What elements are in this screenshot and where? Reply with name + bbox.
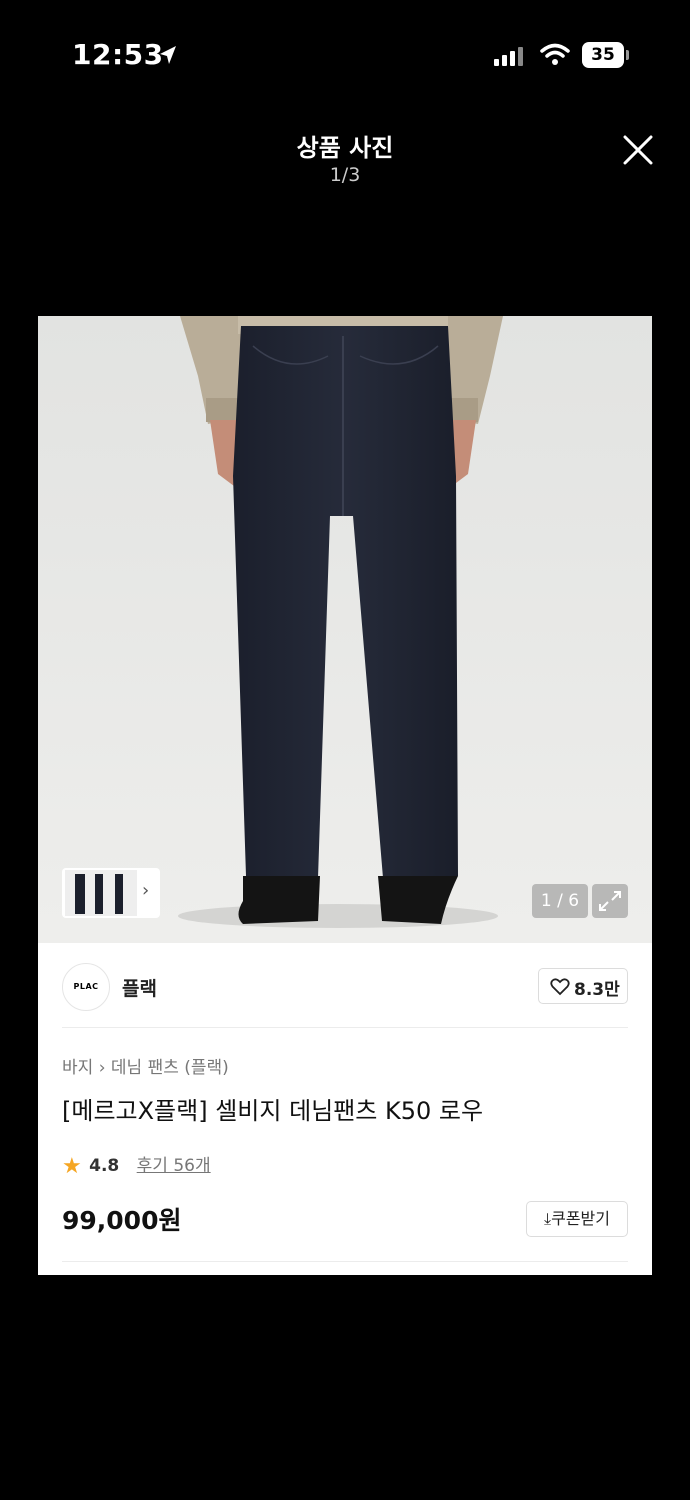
status-bar: 12:53 35 [0,0,690,110]
product-photo[interactable]: › 1 / 6 [38,316,652,943]
battery-cap [626,50,629,60]
cellular-signal-icon [494,47,523,66]
coupon-button[interactable]: ⤓쿠폰받기 [526,1201,628,1237]
like-button[interactable]: 8.3만 [538,968,628,1004]
close-icon[interactable] [620,132,656,168]
brand-name[interactable]: 플랙 [122,974,157,1001]
expand-icon [599,891,621,911]
price: 99,000원 [62,1206,182,1235]
reviews-link[interactable]: 후기 56개 [137,1156,211,1176]
product-card: › 1 / 6 PLAC 플랙 8.3만 바지 › 데님 팬츠 (플랙) [메르… [38,316,652,1275]
divider [62,1027,628,1028]
wifi-icon [540,43,570,65]
viewer-counter: 1/3 [329,164,361,186]
thumbnail-strip-button[interactable]: › [62,868,160,918]
divider [62,1261,628,1262]
heart-icon [550,978,570,996]
rating-score: 4.8 [89,1156,120,1176]
star-icon: ★ [62,1154,82,1179]
breadcrumb: 바지 › 데님 팬츠 (플랙) [62,1053,229,1078]
battery-icon: 35 [582,42,624,68]
status-time: 12:53 [72,38,164,71]
photo-page-indicator: 1 / 6 [532,884,588,918]
coupon-label: 쿠폰받기 [551,1209,610,1228]
thumbnail-jeans-image [65,870,137,916]
expand-button[interactable] [592,884,628,918]
rating-row: ★ 4.8 후기 56개 [62,1151,211,1179]
like-count: 8.3만 [574,980,620,1000]
product-info: PLAC 플랙 8.3만 바지 › 데님 팬츠 (플랙) [메르고X플랙] 셀비… [38,943,652,1275]
product-title: [메르고X플랙] 셀비지 데님팬츠 K50 로우 [62,1097,484,1125]
breadcrumb-item-category[interactable]: 바지 [62,1058,93,1078]
breadcrumb-item-subcategory[interactable]: 데님 팬츠 (플랙) [111,1058,229,1078]
model-jeans-image [38,316,652,943]
location-arrow-icon [160,46,176,64]
brand-logo[interactable]: PLAC [62,963,110,1011]
breadcrumb-separator-icon: › [98,1058,111,1078]
chevron-right-icon: › [142,880,150,901]
viewer-title: 상품 사진 [296,134,394,162]
